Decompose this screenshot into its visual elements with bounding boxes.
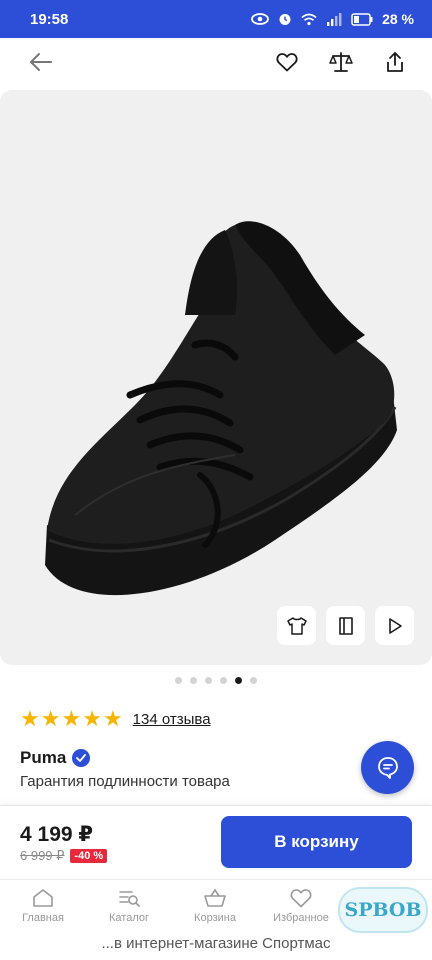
nav-label-catalog: Каталог xyxy=(109,912,149,924)
battery-icon xyxy=(351,12,373,26)
status-bar: 19:58 28 % xyxy=(0,0,432,38)
booklet-button[interactable] xyxy=(326,606,365,645)
nav-item-catalog[interactable]: Каталог xyxy=(86,880,172,935)
nav-label-home: Главная xyxy=(22,912,64,924)
star-icon: ★ xyxy=(82,706,102,731)
price-bar: 4 199 ₽ 6 999 ₽ -40 % В корзину xyxy=(0,805,432,878)
gallery-dot[interactable] xyxy=(250,677,257,684)
watermark-logo: SPBOB xyxy=(338,887,428,933)
heart-icon xyxy=(290,889,312,908)
video-button[interactable] xyxy=(375,606,414,645)
chat-icon xyxy=(377,756,398,779)
heart-icon xyxy=(276,53,298,72)
gallery-pagination xyxy=(0,677,432,684)
home-icon xyxy=(33,889,53,907)
gallery-dot[interactable] xyxy=(235,677,242,684)
shirt-icon xyxy=(286,616,307,635)
nav-label-cart: Корзина xyxy=(194,912,236,924)
wifi-icon xyxy=(301,13,317,25)
star-icon: ★ xyxy=(20,706,40,731)
arrow-left-icon xyxy=(30,53,52,71)
brand-row[interactable]: Puma xyxy=(20,748,91,768)
star-icon: ★ xyxy=(61,706,82,731)
nav-label-favorites: Избранное xyxy=(273,912,329,924)
gallery-dot[interactable] xyxy=(190,677,197,684)
star-icon: ★ xyxy=(40,706,61,731)
system-caption: ...в интернет-магазине Спортмас xyxy=(0,935,432,960)
gallery-dot[interactable] xyxy=(220,677,227,684)
current-price: 4 199 ₽ xyxy=(20,823,93,846)
nav-item-home[interactable]: Главная xyxy=(0,880,86,935)
gallery-dot[interactable] xyxy=(205,677,212,684)
share-button[interactable] xyxy=(380,47,410,77)
discount-badge: -40 % xyxy=(70,849,108,863)
authenticity-guarantee: Гарантия подлинности товара xyxy=(20,773,230,790)
gallery-dot[interactable] xyxy=(175,677,182,684)
chat-button[interactable] xyxy=(361,741,414,794)
scales-icon xyxy=(329,52,353,72)
old-price: 6 999 ₽ xyxy=(20,848,65,863)
product-image xyxy=(45,221,397,596)
play-icon xyxy=(388,617,402,634)
alarm-icon xyxy=(279,14,291,25)
status-time: 19:58 xyxy=(30,10,69,28)
product-gallery[interactable] xyxy=(0,90,432,665)
catalog-icon xyxy=(119,891,140,907)
favorite-button[interactable] xyxy=(272,47,302,77)
basket-icon xyxy=(204,888,226,907)
battery-percent: 28 % xyxy=(382,11,414,27)
share-icon xyxy=(387,52,403,72)
size-guide-button[interactable] xyxy=(277,606,316,645)
star-rating: ★ ★ ★ ★ ★ xyxy=(20,708,123,730)
back-button[interactable] xyxy=(26,47,56,77)
compare-button[interactable] xyxy=(326,47,356,77)
status-icons: 28 % xyxy=(251,11,414,27)
add-to-cart-button[interactable]: В корзину xyxy=(221,816,412,868)
eye-icon xyxy=(251,13,269,25)
signal-icon xyxy=(327,12,342,26)
nav-item-favorites[interactable]: Избранное xyxy=(258,880,344,935)
brand-name[interactable]: Puma xyxy=(20,748,66,768)
media-buttons xyxy=(277,606,414,645)
verified-badge-icon xyxy=(72,749,91,767)
book-icon xyxy=(338,616,353,635)
watermark-text: SPBOB xyxy=(344,899,422,921)
old-price-row: 6 999 ₽ -40 % xyxy=(20,848,108,864)
rating-row: ★ ★ ★ ★ ★ 134 отзыва xyxy=(20,708,211,730)
top-nav xyxy=(0,38,432,86)
nav-item-cart[interactable]: Корзина xyxy=(172,880,258,935)
star-icon: ★ xyxy=(102,706,123,731)
reviews-link[interactable]: 134 отзыва xyxy=(133,711,211,728)
